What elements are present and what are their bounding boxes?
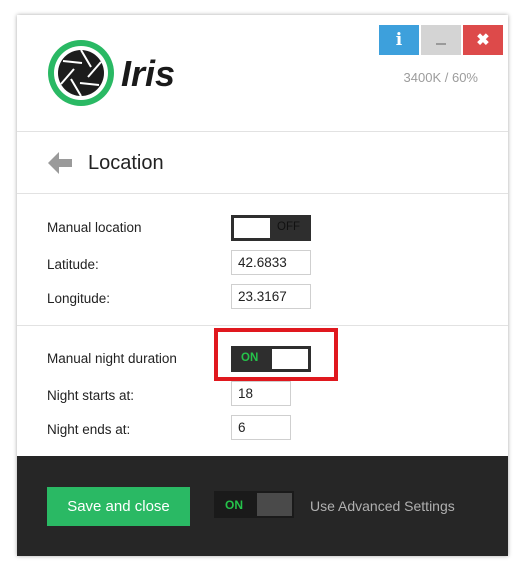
divider	[17, 131, 508, 132]
night-ends-field[interactable]: 6	[231, 415, 291, 440]
toggle-knob	[234, 218, 270, 238]
latitude-field[interactable]: 42.6833	[231, 250, 311, 275]
night-ends-label: Night ends at:	[47, 422, 131, 437]
night-starts-label: Night starts at:	[47, 388, 135, 403]
minimize-icon	[436, 43, 446, 45]
longitude-label: Longitude:	[47, 291, 111, 306]
night-starts-field[interactable]: 18	[231, 381, 291, 406]
footer-bar: Save and close ON Use Advanced Settings	[17, 456, 508, 556]
toggle-knob	[257, 493, 292, 516]
divider	[17, 193, 508, 194]
advanced-settings-label: Use Advanced Settings	[310, 498, 455, 514]
divider	[17, 325, 508, 326]
close-button[interactable]: ✖	[463, 25, 503, 55]
info-button[interactable]: i	[379, 25, 419, 55]
manual-location-label: Manual location	[47, 220, 142, 235]
color-temperature-status: 3400K / 60%	[403, 70, 478, 85]
minimize-button[interactable]	[421, 25, 461, 55]
section-title: Location	[88, 152, 164, 174]
close-icon: ✖	[476, 32, 490, 49]
longitude-field[interactable]: 23.3167	[231, 284, 311, 309]
latitude-label: Latitude:	[47, 257, 99, 272]
advanced-settings-toggle[interactable]: ON	[214, 491, 294, 518]
app-window: Iris i ✖ 3400K / 60% Location Manual loc…	[17, 15, 508, 556]
arrow-left-icon[interactable]	[47, 150, 73, 176]
app-name: Iris	[121, 53, 176, 94]
manual-location-toggle[interactable]: OFF	[231, 215, 311, 241]
info-icon: i	[395, 30, 403, 50]
toggle-state: OFF	[277, 221, 300, 233]
toggle-state: ON	[225, 498, 243, 512]
highlight-box	[214, 328, 338, 381]
save-and-close-button[interactable]: Save and close	[47, 487, 190, 526]
manual-night-duration-label: Manual night duration	[47, 351, 177, 366]
